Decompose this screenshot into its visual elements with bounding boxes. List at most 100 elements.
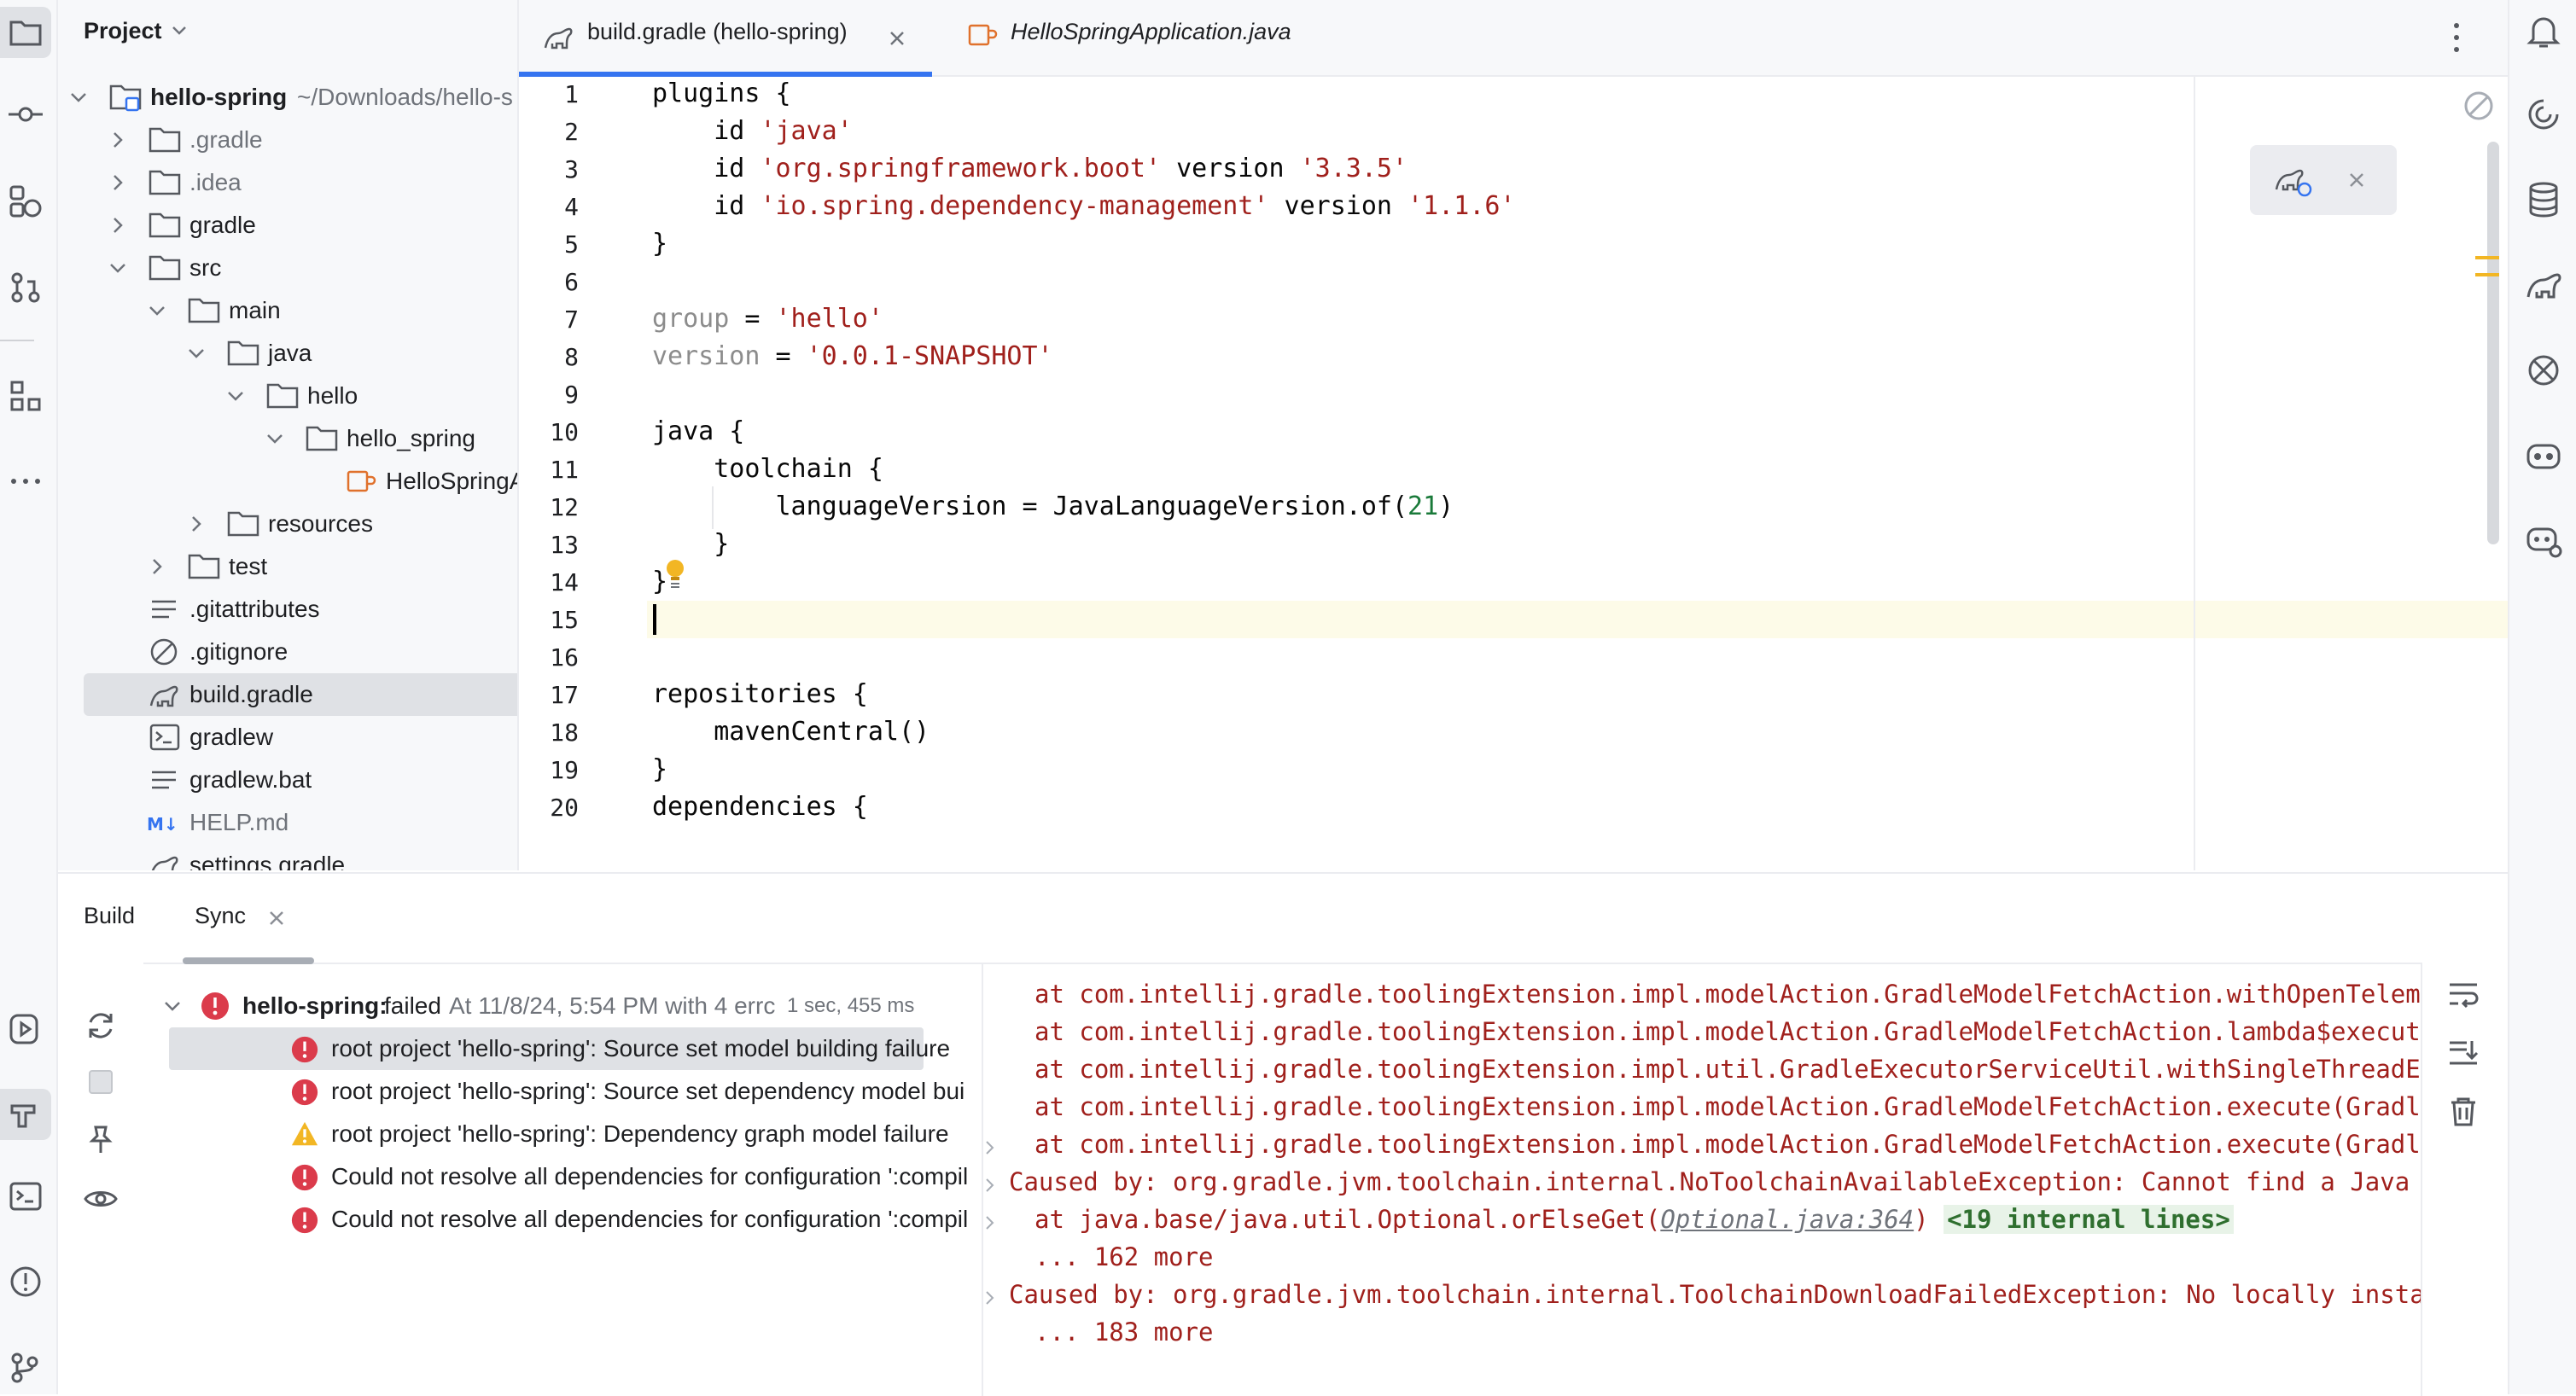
code-text: toolchain { [652, 454, 883, 484]
notifications-icon[interactable] [2518, 5, 2569, 56]
build-issue-row[interactable]: Could not resolve all dependencies for c… [143, 1155, 982, 1198]
tree-item-main[interactable]: main [58, 289, 517, 332]
chevron-down-icon [189, 349, 204, 358]
code-line: } [652, 529, 729, 559]
inspections-disabled-icon[interactable] [2462, 89, 2496, 123]
tab-hellospringapplication[interactable]: HelloSpringApplication.java [932, 0, 1342, 75]
build-console-output[interactable]: at com.intellij.gradle.toolingExtension.… [983, 963, 2508, 1396]
root-project-path: ~/Downloads/hello-s [297, 84, 513, 110]
build-issue-row[interactable]: Could not resolve all dependencies for c… [143, 1198, 982, 1241]
gradle-reload-popup [2250, 145, 2397, 215]
editor-margin-line [2194, 77, 2195, 870]
chevron-right-icon [114, 218, 123, 233]
gradle-icon[interactable] [2518, 259, 2569, 311]
gradle-file-icon [151, 856, 178, 870]
tree-item-idea[interactable]: .idea [58, 161, 517, 204]
tree-item-gradle[interactable]: gradle [58, 204, 517, 247]
build-time-detail: At 11/8/24, 5:54 PM with 4 errc [449, 992, 776, 1019]
tab-sync[interactable]: Sync [172, 874, 323, 964]
project-folder-icon[interactable] [0, 7, 51, 58]
chevron-down-icon [228, 392, 243, 401]
tree-item-label: gradle [189, 212, 256, 238]
pin-icon[interactable] [87, 1125, 114, 1155]
tree-item-gitattributes[interactable]: .gitattributes [58, 588, 517, 631]
git-icon[interactable] [0, 1341, 51, 1393]
tab-build-gradle[interactable]: build.gradle (hello-spring) [519, 0, 932, 77]
fold-chevron-icon[interactable] [983, 1288, 997, 1307]
tree-item-hello-spring-pkg[interactable]: hello_spring [58, 417, 517, 460]
tree-item-label: hello [307, 382, 358, 409]
code-line: dependencies { [652, 792, 868, 822]
build-toolbar [58, 963, 143, 1396]
structure-icon[interactable] [0, 370, 51, 422]
tree-item-gradle-hidden[interactable]: .gradle [58, 119, 517, 161]
lightbulb-icon[interactable] [664, 558, 686, 590]
run-icon[interactable] [0, 1003, 51, 1055]
sync-icon[interactable] [84, 1009, 118, 1043]
build-issue-label: root project 'hello-spring': Source set … [331, 1078, 965, 1104]
close-icon[interactable] [268, 910, 285, 927]
scroll-to-end-icon[interactable] [2446, 1038, 2480, 1067]
copilot-chat-icon[interactable] [2518, 515, 2569, 567]
tree-item-label: java [268, 340, 312, 366]
tree-item-gradlew[interactable]: gradlew [58, 716, 517, 759]
database-icon[interactable] [2518, 174, 2569, 225]
terminal-icon[interactable] [0, 1171, 51, 1222]
tree-item-gitignore[interactable]: .gitignore [58, 631, 517, 673]
build-tool-icon[interactable] [0, 1089, 51, 1140]
warning-stripe-marker[interactable] [2475, 256, 2499, 259]
tree-item-hellospringapplication[interactable]: HelloSpringA [58, 460, 517, 503]
tree-item-java[interactable]: java [58, 332, 517, 375]
problems-icon[interactable] [0, 1256, 51, 1307]
copilot-icon[interactable] [2518, 430, 2569, 481]
eye-icon[interactable] [84, 1186, 118, 1212]
pull-requests-icon[interactable] [0, 261, 51, 312]
tree-item-test[interactable]: test [58, 545, 517, 588]
project-panel-header[interactable]: Project [84, 12, 188, 49]
internal-lines-badge[interactable]: <19 internal lines> [1944, 1205, 2234, 1234]
more-vertical-icon[interactable] [2451, 20, 2462, 55]
warning-stripe-marker[interactable] [2475, 273, 2499, 276]
tree-item-hello[interactable]: hello [58, 375, 517, 417]
code-line: plugins { [652, 79, 791, 108]
build-root-row[interactable]: hello-spring: failed At 11/8/24, 5:54 PM… [143, 985, 982, 1027]
build-issue-row[interactable]: root project 'hello-spring': Source set … [143, 1070, 982, 1113]
services-icon[interactable] [0, 176, 51, 227]
tab-label: build.gradle (hello-spring) [587, 19, 848, 44]
tree-item-help-md[interactable]: M↓ HELP.md [58, 801, 517, 844]
tree-item-settings-gradle[interactable]: settings.gradle [58, 844, 517, 870]
code-property: version [652, 341, 761, 371]
soft-wrap-icon[interactable] [2446, 980, 2480, 1009]
fold-chevron-icon[interactable] [983, 1213, 997, 1232]
close-icon[interactable] [2347, 171, 2366, 189]
build-issue-row[interactable]: root project 'hello-spring': Dependency … [143, 1113, 982, 1155]
fold-chevron-icon[interactable] [983, 1176, 997, 1195]
tree-item-build-gradle[interactable]: build.gradle [58, 673, 517, 716]
chevron-down-icon [110, 264, 125, 273]
close-icon[interactable] [888, 29, 906, 48]
commit-icon[interactable] [0, 89, 51, 140]
code-text: = [760, 341, 807, 371]
editor-scrollbar[interactable] [2487, 142, 2499, 544]
tree-item-src[interactable]: src [58, 247, 517, 289]
ai-assistant-icon[interactable] [2518, 89, 2569, 140]
fold-chevron-icon[interactable] [983, 1138, 997, 1157]
tree-root-hello-spring[interactable]: hello-spring ~/Downloads/hello-s [58, 76, 517, 119]
stop-icon[interactable] [87, 1068, 114, 1096]
code-editor[interactable]: 1 2 3 4 5 6 7 8 9 10 11 12 13 14 15 16 1… [519, 77, 2508, 870]
endpoints-icon[interactable] [2518, 345, 2569, 396]
code-text: } [652, 229, 668, 259]
tree-item-resources[interactable]: resources [58, 503, 517, 545]
more-tools-icon[interactable] [0, 456, 51, 507]
build-issue-label: root project 'hello-spring': Dependency … [331, 1120, 949, 1147]
tree-item-gradlew-bat[interactable]: gradlew.bat [58, 759, 517, 801]
gradle-reload-icon[interactable] [2274, 164, 2313, 198]
build-issue-row[interactable]: root project 'hello-spring': Source set … [143, 1027, 982, 1070]
line-number: 17 [550, 681, 579, 709]
divider [0, 340, 34, 341]
line-number: 10 [550, 418, 579, 446]
code-number: 21 [1407, 492, 1439, 521]
trash-icon[interactable] [2448, 1096, 2479, 1128]
root-project-name: hello-spring [150, 84, 288, 110]
source-link[interactable]: Optional.java:364 [1660, 1205, 1914, 1234]
